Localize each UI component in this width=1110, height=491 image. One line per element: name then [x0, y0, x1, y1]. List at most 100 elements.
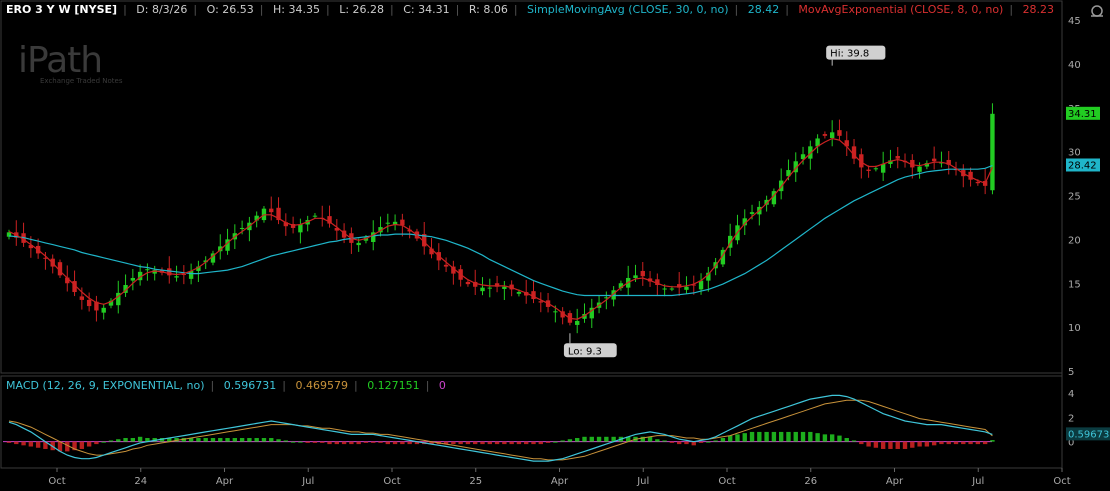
candle-body	[633, 275, 638, 278]
macd-histogram-bar	[604, 436, 609, 442]
sma-value: 28.42	[747, 3, 780, 16]
macd-histogram-bar	[480, 441, 485, 445]
watermark: iPath Exchange Traded Notes	[18, 40, 122, 85]
macd-histogram-bar	[79, 441, 85, 449]
candle-body	[356, 242, 361, 246]
time-tick-label: Oct	[1053, 476, 1070, 487]
macd-diff: 0.127151	[367, 379, 420, 392]
macd-histogram-bar	[196, 438, 201, 442]
macd-histogram-bar	[888, 441, 893, 449]
macd-histogram-bar	[946, 441, 951, 445]
macd-histogram-bar	[392, 441, 398, 445]
macd-histogram-bar	[844, 438, 849, 442]
time-tick-label: 26	[804, 476, 817, 487]
candle-body	[239, 227, 245, 229]
candle-body	[502, 286, 507, 289]
macd-histogram-bar	[771, 431, 777, 442]
ema-label[interactable]: MovAvgExponential (CLOSE, 8, 0, no)	[798, 3, 1003, 16]
macd-histogram-bar	[800, 431, 806, 442]
macd-histogram-bar	[793, 431, 798, 442]
sma-label[interactable]: SimpleMovingAvg (CLOSE, 30, 0, no)	[527, 3, 728, 16]
candle-body	[487, 287, 492, 289]
macd-histogram-bar	[531, 441, 536, 445]
macd-histogram-bar	[123, 438, 128, 442]
chart-canvas[interactable]: 51015202530354045024Oct24AprJulOct25AprJ…	[0, 0, 1110, 491]
candle-body	[990, 113, 995, 191]
candle-body	[538, 301, 543, 303]
macd-histogram-bar	[21, 441, 26, 446]
macd-histogram-bar	[232, 438, 238, 442]
candle-body	[385, 222, 390, 224]
macd-zero: 0	[438, 379, 446, 392]
macd-histogram-bar	[473, 441, 478, 445]
macd-histogram-bar	[290, 441, 296, 443]
macd-histogram-bar	[873, 441, 879, 448]
macd-histogram-bar	[341, 441, 347, 445]
ema-line	[8, 137, 993, 320]
macd-histogram-bar	[371, 441, 376, 443]
macd-histogram-bar	[589, 436, 594, 442]
macd-histogram-bar	[494, 441, 500, 445]
macd-label[interactable]: MACD (12, 26, 9, EXPONENTIAL, no)	[6, 379, 205, 392]
candle-body	[575, 320, 580, 325]
time-tick-label: 24	[134, 476, 147, 487]
time-tick-label: Apr	[886, 476, 904, 487]
macd-histogram-bar	[677, 441, 682, 445]
candle-body	[975, 181, 981, 184]
macd-histogram-bar	[553, 441, 558, 443]
macd-histogram-bar	[764, 431, 769, 442]
time-tick-label: Jul	[301, 476, 314, 487]
price-tick-label: 45	[1068, 16, 1081, 27]
ema-value: 28.23	[1022, 3, 1055, 16]
macd-histogram-bar	[276, 439, 281, 442]
high-label: H: 34.35	[273, 3, 320, 16]
macd-histogram-bar	[786, 431, 791, 442]
macd-histogram-bar	[975, 441, 981, 445]
macd-histogram-bar	[575, 438, 580, 442]
macd-histogram-bar	[203, 438, 208, 442]
candle-body	[822, 134, 828, 136]
date-label: D: 8/3/26	[136, 3, 188, 16]
macd-histogram-bar	[487, 441, 492, 445]
candle-body	[465, 281, 471, 285]
macd-histogram-bar	[298, 441, 303, 443]
macd-histogram-bar	[225, 438, 230, 442]
gear-icon[interactable]	[1088, 3, 1106, 19]
candle-body	[895, 156, 900, 159]
macd-header: MACD (12, 26, 9, EXPONENTIAL, no) | 0.596…	[6, 379, 446, 392]
macd-histogram-bar	[895, 441, 900, 449]
macd-histogram-bar	[116, 439, 121, 442]
open-label: O: 26.53	[206, 3, 254, 16]
high-callout-text: Hi: 39.8	[830, 49, 869, 60]
time-tick-label: Apr	[216, 476, 234, 487]
macd-histogram-bar	[538, 441, 543, 445]
macd-histogram-bar	[130, 438, 136, 442]
time-tick-label: Apr	[551, 476, 569, 487]
macd-histogram-bar	[28, 441, 34, 447]
macd-histogram-bar	[458, 441, 463, 445]
macd-histogram-bar	[465, 441, 471, 445]
macd-histogram-bar	[990, 440, 995, 442]
macd-histogram-bar	[400, 441, 405, 445]
macd-histogram-bar	[451, 441, 456, 445]
macd-histogram-bar	[778, 431, 784, 442]
macd-histogram-bar	[327, 441, 332, 445]
macd-histogram-bar	[953, 441, 959, 445]
macd-histogram-bar	[749, 431, 755, 442]
price-panel-frame	[0, 0, 1063, 374]
candle-body	[669, 288, 675, 290]
symbol-label[interactable]: ERO 3 Y W [NYSE]	[6, 3, 117, 16]
candle-body	[400, 219, 405, 226]
macd-histogram-bar	[917, 441, 922, 447]
macd-histogram-bar	[312, 441, 318, 443]
macd-histogram-bar	[261, 438, 267, 442]
price-tick-label: 25	[1068, 192, 1081, 203]
candle-body	[130, 277, 136, 281]
macd-histogram-bar	[902, 441, 908, 449]
candle-body	[873, 168, 879, 170]
price-tick-label: 30	[1068, 148, 1081, 159]
macd-histogram-bar	[742, 433, 747, 442]
macd-histogram-bar	[516, 441, 522, 445]
time-tick-label: Jul	[971, 476, 984, 487]
macd-tick-label: 4	[1068, 389, 1074, 400]
